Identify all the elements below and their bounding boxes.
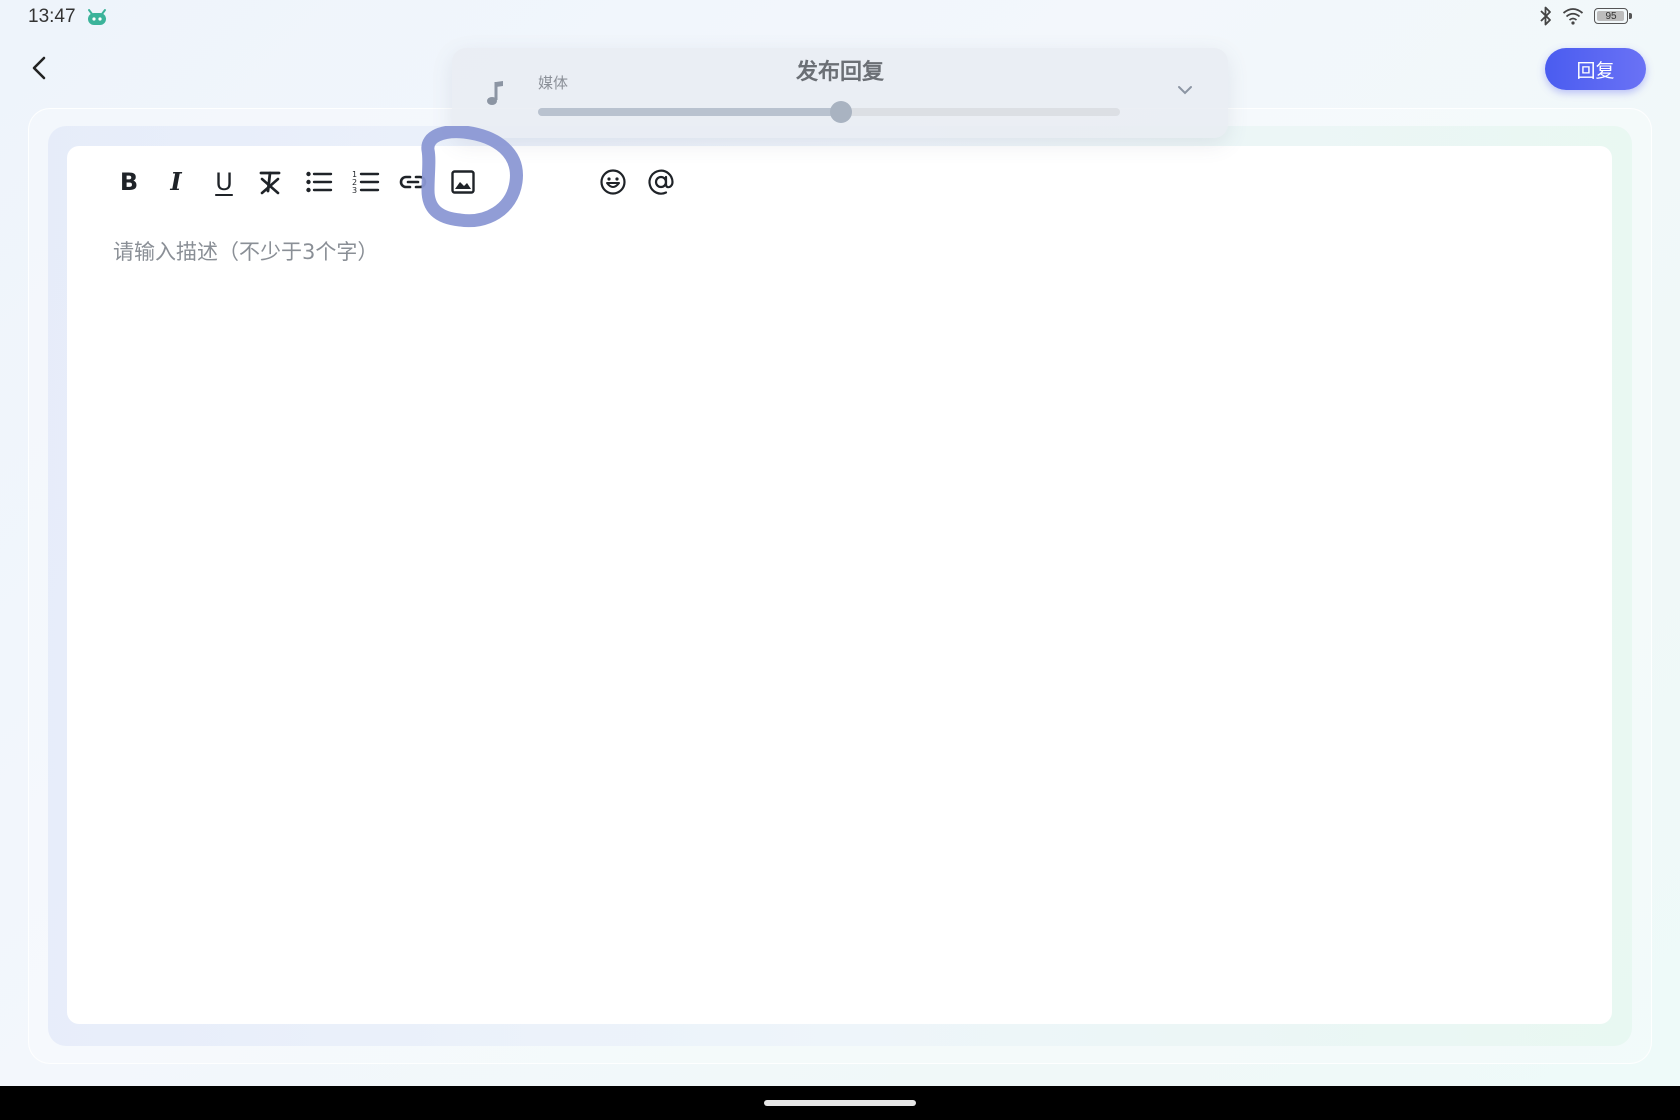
bullet-list-button[interactable] — [301, 164, 337, 200]
music-note-icon — [487, 81, 503, 105]
bold-icon: B — [119, 168, 139, 196]
volume-slider-fill — [538, 108, 841, 116]
link-icon — [399, 175, 427, 189]
status-time: 13:47 — [28, 6, 76, 27]
rich-text-editor[interactable] — [67, 146, 1612, 1024]
volume-slider[interactable] — [538, 101, 1120, 123]
image-button[interactable] — [445, 164, 481, 200]
emoji-icon — [600, 169, 626, 195]
reply-button[interactable]: 回复 — [1545, 48, 1646, 90]
svg-text:3: 3 — [352, 186, 357, 195]
underline-icon: U — [215, 168, 233, 196]
bluetooth-icon — [1540, 6, 1551, 26]
status-bar: 13:47 95 — [0, 0, 1680, 34]
bold-button[interactable]: B — [111, 164, 147, 200]
italic-icon: I — [170, 167, 182, 196]
system-navigation-bar — [0, 1086, 1680, 1120]
home-indicator[interactable] — [764, 1100, 916, 1106]
numbered-list-button[interactable]: 1 2 3 — [348, 164, 384, 200]
volume-label: 媒体 — [538, 74, 569, 92]
italic-button[interactable]: I — [158, 164, 194, 200]
android-mascot-icon — [88, 9, 106, 25]
numbered-list-icon: 1 2 3 — [352, 170, 380, 195]
battery-level: 95 — [1605, 10, 1617, 22]
back-button[interactable] — [22, 50, 56, 86]
at-sign-icon — [648, 169, 674, 195]
link-button[interactable] — [395, 164, 431, 200]
chevron-left-icon — [32, 56, 46, 80]
image-icon — [451, 170, 475, 194]
volume-slider-thumb[interactable] — [829, 101, 852, 123]
emoji-button[interactable] — [595, 164, 631, 200]
page-title: 发布回复 — [795, 60, 884, 85]
bullet-list-icon — [306, 171, 333, 193]
mention-button[interactable] — [643, 164, 679, 200]
underline-button[interactable]: U — [206, 164, 242, 200]
clear-format-button[interactable] — [253, 164, 289, 200]
clear-format-icon — [259, 171, 281, 195]
chevron-down-icon[interactable] — [1176, 84, 1194, 96]
status-indicators: 95 — [1540, 6, 1632, 26]
description-placeholder: 请输入描述（不少于3个字） — [113, 240, 379, 264]
battery-indicator: 95 — [1594, 8, 1632, 24]
wifi-icon — [1562, 8, 1584, 25]
